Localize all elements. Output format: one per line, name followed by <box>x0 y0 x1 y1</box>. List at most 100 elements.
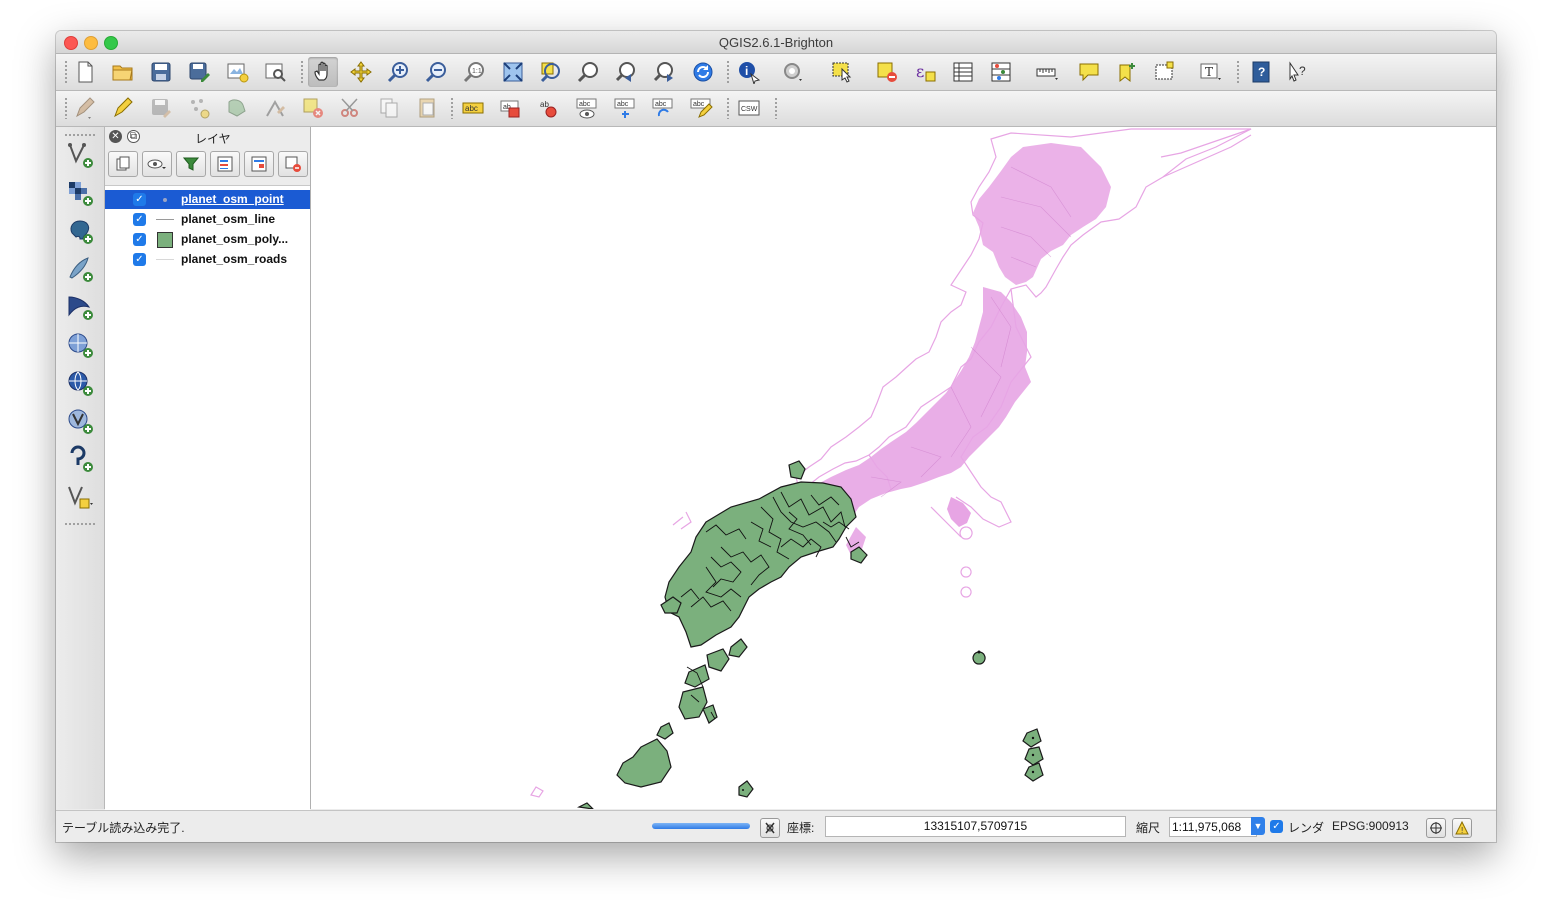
copy-features-icon[interactable] <box>374 93 404 123</box>
text-annotation-icon[interactable] <box>1074 57 1104 87</box>
toolbar-grip[interactable] <box>726 97 730 119</box>
svg-text:T: T <box>1205 65 1213 79</box>
add-mssql-layer-icon[interactable] <box>65 292 95 322</box>
add-wfs-layer-icon[interactable] <box>65 406 95 436</box>
rotate-label-icon[interactable]: abc <box>648 93 678 123</box>
zoom-native-icon[interactable]: 1:1 <box>460 57 490 87</box>
open-project-icon[interactable] <box>108 57 138 87</box>
deselect-all-icon[interactable] <box>872 57 902 87</box>
qgis-window: QGIS2.6.1-Brighton 1:1 i ε T ? ? abc ab … <box>56 31 1496 842</box>
coordinate-field[interactable]: 13315107,5709715 <box>825 816 1126 837</box>
statistical-summary-icon[interactable] <box>986 57 1016 87</box>
toggle-extents-icon[interactable] <box>760 818 780 838</box>
composer-manager-icon[interactable] <box>260 57 290 87</box>
crs-status[interactable]: EPSG:900913 <box>1332 819 1409 833</box>
csw-search-icon[interactable]: CSW <box>734 93 764 123</box>
scale-combobox[interactable]: 1:11,975,068 <box>1169 817 1257 837</box>
pan-to-selection-icon[interactable] <box>346 57 376 87</box>
toolbar-grip[interactable] <box>774 97 778 119</box>
open-attribute-table-icon[interactable] <box>948 57 978 87</box>
show-hide-labels-icon[interactable]: abc <box>572 93 602 123</box>
new-project-icon[interactable] <box>70 57 100 87</box>
zoom-in-icon[interactable] <box>384 57 414 87</box>
zoom-full-icon[interactable] <box>498 57 528 87</box>
add-delimited-text-layer-icon[interactable] <box>65 444 95 474</box>
move-feature-icon[interactable] <box>222 93 252 123</box>
layer-item-planet-osm-polygon[interactable]: ✓ planet_osm_poly... <box>105 230 310 249</box>
add-wms-layer-icon[interactable] <box>65 330 95 360</box>
add-wcs-layer-icon[interactable] <box>65 368 95 398</box>
toggle-editing-icon[interactable] <box>108 93 138 123</box>
new-bookmark-icon[interactable] <box>1112 57 1142 87</box>
node-tool-icon[interactable] <box>260 93 290 123</box>
messages-warning-icon[interactable]: ! <box>1452 818 1472 838</box>
layer-visibility-checkbox[interactable]: ✓ <box>133 253 146 266</box>
collapse-all-icon[interactable] <box>244 151 274 177</box>
zoom-next-icon[interactable] <box>650 57 680 87</box>
new-print-composer-icon[interactable] <box>222 57 252 87</box>
manage-layers-toolbar <box>56 127 105 809</box>
svg-text:CSW: CSW <box>741 106 758 113</box>
zoom-last-icon[interactable] <box>612 57 642 87</box>
refresh-icon[interactable] <box>688 57 718 87</box>
delete-selected-icon[interactable] <box>298 93 328 123</box>
identify-features-icon[interactable]: i <box>734 57 764 87</box>
layer-item-planet-osm-point[interactable]: ✓ planet_osm_point <box>105 190 310 209</box>
save-layer-edits-icon[interactable] <box>146 93 176 123</box>
filter-legend-icon[interactable] <box>176 151 206 177</box>
float-panel-icon[interactable]: ⧉ <box>127 130 140 143</box>
add-group-icon[interactable] <box>108 151 138 177</box>
measure-line-icon[interactable] <box>1032 57 1062 87</box>
toolbar-grip[interactable] <box>64 60 68 84</box>
cut-features-icon[interactable] <box>336 93 366 123</box>
layer-visibility-checkbox[interactable]: ✓ <box>133 213 146 226</box>
close-panel-icon[interactable]: ✕ <box>109 130 122 143</box>
zoom-out-icon[interactable] <box>422 57 452 87</box>
whats-this-icon[interactable]: ? <box>1284 57 1314 87</box>
current-edits-icon[interactable] <box>70 93 100 123</box>
select-features-icon[interactable] <box>828 57 858 87</box>
add-feature-icon[interactable] <box>184 93 214 123</box>
save-project-as-icon[interactable] <box>184 57 214 87</box>
toolbar-grip[interactable] <box>726 60 730 84</box>
add-raster-layer-icon[interactable] <box>65 178 95 208</box>
select-by-expression-icon[interactable]: ε <box>910 57 940 87</box>
add-vector-layer-icon[interactable] <box>65 140 95 170</box>
toolbar-grip[interactable] <box>1236 60 1240 84</box>
render-checkbox[interactable]: ✓ <box>1270 820 1283 833</box>
map-tips-icon[interactable] <box>778 57 808 87</box>
highlight-pinned-icon[interactable]: ab <box>534 93 564 123</box>
label-tool-icon[interactable]: abc <box>458 93 488 123</box>
zoom-to-selection-icon[interactable] <box>536 57 566 87</box>
manage-visibility-icon[interactable] <box>142 151 172 177</box>
projection-icon[interactable] <box>1426 818 1446 838</box>
move-label-icon[interactable]: abc <box>610 93 640 123</box>
paste-features-icon[interactable] <box>412 93 442 123</box>
toolbar-grip[interactable] <box>64 133 96 137</box>
change-label-icon[interactable]: abc <box>686 93 716 123</box>
save-project-icon[interactable] <box>146 57 176 87</box>
chevron-down-icon[interactable]: ▼ <box>1251 817 1265 835</box>
map-canvas[interactable] <box>311 127 1496 809</box>
zoom-to-layer-icon[interactable] <box>574 57 604 87</box>
layer-visibility-checkbox[interactable]: ✓ <box>133 233 146 246</box>
pin-labels-icon[interactable]: ab <box>496 93 526 123</box>
text-annotation-tool-icon[interactable]: T <box>1196 57 1226 87</box>
add-spatialite-layer-icon[interactable] <box>65 254 95 284</box>
toolbar-grip[interactable] <box>64 97 68 119</box>
svg-text:?: ? <box>1299 64 1306 78</box>
help-contents-icon[interactable]: ? <box>1246 57 1276 87</box>
layer-item-planet-osm-line[interactable]: ✓ planet_osm_line <box>105 210 310 229</box>
new-shapefile-layer-icon[interactable] <box>65 482 95 512</box>
toolbar-grip[interactable] <box>450 97 454 119</box>
show-bookmarks-icon[interactable] <box>1150 57 1180 87</box>
layer-visibility-checkbox[interactable]: ✓ <box>133 193 146 206</box>
layer-item-planet-osm-roads[interactable]: ✓ planet_osm_roads <box>105 250 310 269</box>
layer-name: planet_osm_roads <box>181 252 288 266</box>
remove-layer-icon[interactable] <box>278 151 308 177</box>
pan-map-icon[interactable] <box>308 57 338 87</box>
toolbar-grip[interactable] <box>64 522 96 526</box>
toolbar-grip[interactable] <box>300 60 304 84</box>
add-postgis-layer-icon[interactable] <box>65 216 95 246</box>
expand-all-icon[interactable] <box>210 151 240 177</box>
